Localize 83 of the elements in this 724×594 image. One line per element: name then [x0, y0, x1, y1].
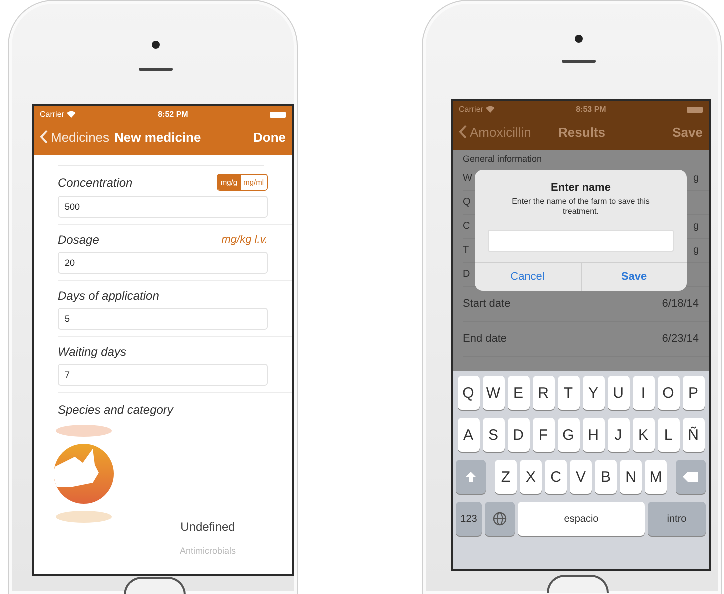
camera-dot	[575, 35, 583, 43]
row-label: D	[463, 269, 470, 280]
speaker-slot	[139, 68, 173, 71]
camera-dot	[152, 41, 160, 49]
row-value: 6/23/14	[662, 333, 699, 345]
keyboard-key[interactable]: Ñ	[682, 418, 704, 452]
numbers-key[interactable]: 123	[456, 502, 482, 536]
chevron-left-icon	[459, 125, 467, 139]
shift-key[interactable]	[456, 460, 486, 494]
keyboard-key[interactable]: H	[582, 418, 604, 452]
keyboard-key[interactable]: L	[658, 418, 680, 452]
keyboard-key[interactable]: Q	[458, 376, 480, 410]
status-time: 8:53 PM	[575, 105, 608, 114]
battery-icon	[270, 112, 286, 118]
row-label: End date	[463, 333, 508, 345]
carrier-label: Carrier	[40, 110, 64, 119]
alert-button[interactable]: Cancel	[475, 262, 580, 291]
field-label: Dosage	[58, 233, 100, 247]
globe-icon	[493, 512, 507, 526]
keyboard-key[interactable]: F	[532, 418, 554, 452]
name-input-field[interactable]	[488, 230, 674, 252]
wifi-icon	[486, 106, 496, 113]
keyboard-key[interactable]: G	[558, 418, 580, 452]
input-field[interactable]: 7	[58, 364, 268, 386]
screen-title: Results	[558, 124, 606, 140]
keyboard-key[interactable]: D	[508, 418, 530, 452]
keyboard-key[interactable]: P	[682, 376, 704, 410]
screen-title: New medicine	[114, 130, 202, 144]
chevron-left-icon	[40, 130, 48, 144]
section-label: Species and category	[58, 402, 175, 419]
space-key[interactable]: espacio	[518, 502, 645, 536]
shift-arrow-icon	[465, 471, 477, 483]
battery-icon	[687, 106, 703, 112]
status-time: 8:52 PM	[157, 110, 190, 119]
keyboard-key[interactable]: M	[645, 460, 667, 494]
row-label: Start date	[463, 298, 511, 310]
alert-title: Enter name	[551, 182, 611, 194]
keyboard-key[interactable]: A	[458, 418, 480, 452]
return-key[interactable]: intro	[648, 502, 706, 536]
row-value: 6/18/14	[662, 298, 699, 310]
section-label: General information	[463, 153, 544, 166]
keyboard-key[interactable]: C	[545, 460, 567, 494]
row-label: W	[463, 173, 472, 184]
keyboard-key[interactable]: R	[532, 376, 554, 410]
row-label: T	[463, 245, 470, 256]
keyboard-key[interactable]: T	[558, 376, 580, 410]
keyboard-key[interactable]: B	[595, 460, 617, 494]
keyboard-key[interactable]: Z	[495, 460, 517, 494]
row-value: g	[693, 173, 699, 184]
home-button[interactable]	[547, 575, 609, 593]
field-label: Waiting days	[58, 345, 126, 359]
keyboard-key[interactable]: I	[632, 376, 654, 410]
keyboard-key[interactable]: Y	[582, 376, 604, 410]
keyboard-key[interactable]: S	[482, 418, 504, 452]
keyboard-key[interactable]: V	[570, 460, 592, 494]
carrier-label: Carrier	[459, 105, 484, 114]
keyboard-key[interactable]: X	[520, 460, 542, 494]
alert-button[interactable]: Save	[580, 262, 687, 291]
field-label: Concentration	[58, 176, 133, 190]
input-field[interactable]: 5	[58, 308, 268, 330]
keyboard-key[interactable]: N	[620, 460, 642, 494]
keyboard-key[interactable]: U	[608, 376, 630, 410]
input-field[interactable]: 500	[58, 196, 268, 218]
field-label: Days of application	[58, 289, 160, 303]
speaker-slot	[562, 60, 596, 63]
keyboard-key[interactable]: O	[658, 376, 680, 410]
alert-message: Enter the name of the farm to save this treatment.	[511, 197, 651, 218]
keyboard-key[interactable]: W	[482, 376, 504, 410]
picker-option[interactable]: Undefined	[180, 520, 236, 534]
keyboard-key[interactable]: J	[608, 418, 630, 452]
delete-key[interactable]	[676, 460, 706, 494]
backspace-icon	[683, 471, 699, 483]
globe-key[interactable]	[485, 502, 515, 536]
home-button[interactable]	[124, 577, 186, 594]
wifi-icon	[67, 111, 76, 118]
unit-label: mg/kg l.v.	[222, 234, 268, 246]
input-field[interactable]: 20	[58, 252, 268, 274]
keyboard-key[interactable]: E	[508, 376, 530, 410]
row-value: g	[693, 245, 699, 256]
row-label: C	[463, 221, 470, 232]
row-label: Q	[463, 197, 471, 208]
row-value: g	[693, 221, 699, 232]
keyboard-key[interactable]: K	[632, 418, 654, 452]
